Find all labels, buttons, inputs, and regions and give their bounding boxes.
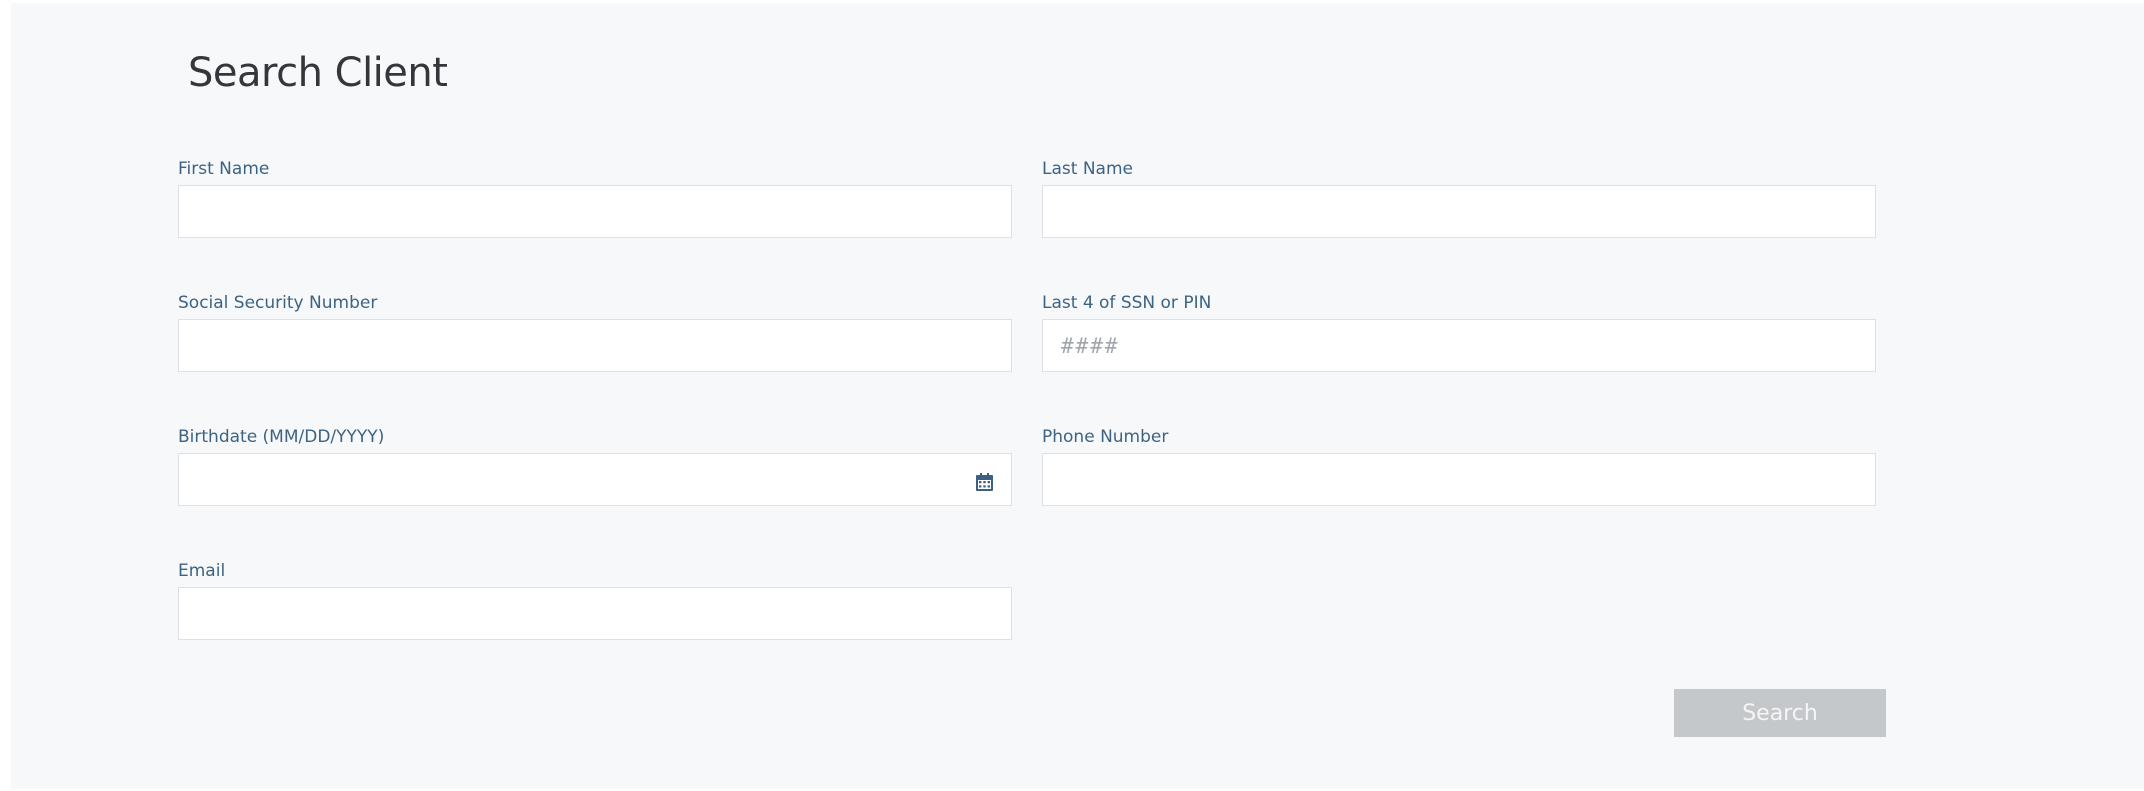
last-name-group: Last Name [1042, 158, 1876, 238]
birthdate-input[interactable] [178, 453, 1012, 506]
email-input[interactable] [178, 587, 1012, 640]
ssn-label: Social Security Number [178, 293, 378, 313]
phone-input[interactable] [1042, 453, 1876, 506]
phone-input-wrap [1042, 453, 1876, 506]
ssn-input[interactable] [178, 319, 1012, 372]
first-name-label: First Name [178, 159, 270, 179]
first-name-group: First Name [178, 158, 1012, 238]
ssn-group: Social Security Number [178, 292, 1012, 372]
last-name-label: Last Name [1042, 159, 1133, 179]
phone-group: Phone Number [1042, 426, 1876, 506]
page-title: Search Client [188, 50, 448, 96]
last-name-input[interactable] [1042, 185, 1876, 238]
search-client-panel: Search Client First Name Last Name Socia… [11, 3, 2144, 789]
phone-label: Phone Number [1042, 427, 1169, 447]
birthdate-group: Birthdate (MM/DD/YYYY) [178, 426, 1012, 506]
email-input-wrap [178, 587, 1012, 640]
last4-input[interactable] [1042, 319, 1876, 372]
email-label: Email [178, 561, 226, 581]
last-name-input-wrap [1042, 185, 1876, 238]
calendar-icon[interactable] [975, 473, 994, 492]
first-name-input-wrap [178, 185, 1012, 238]
first-name-input[interactable] [178, 185, 1012, 238]
ssn-input-wrap [178, 319, 1012, 372]
birthdate-input-wrap [178, 453, 1012, 506]
email-group: Email [178, 560, 1012, 640]
last4-group: Last 4 of SSN or PIN [1042, 292, 1876, 372]
birthdate-label: Birthdate (MM/DD/YYYY) [178, 427, 385, 447]
search-button[interactable]: Search [1674, 689, 1886, 737]
last4-label: Last 4 of SSN or PIN [1042, 293, 1212, 313]
last4-input-wrap [1042, 319, 1876, 372]
